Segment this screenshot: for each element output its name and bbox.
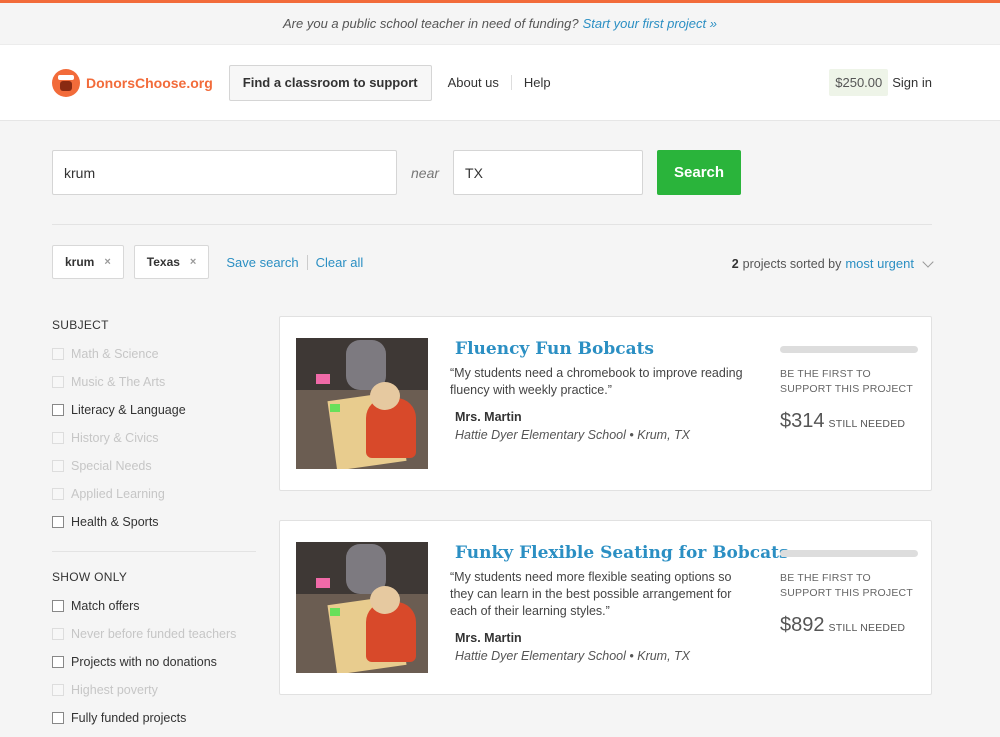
subject-filter: History & Civics [52, 424, 256, 452]
project-title[interactable]: Funky Flexible Seating for Bobcats [455, 543, 789, 563]
project-card[interactable]: Funky Flexible Seating for Bobcats “My s… [279, 520, 932, 695]
still-needed-label: STILL NEEDED [828, 622, 906, 634]
sidebar-divider [52, 551, 256, 552]
save-search-link[interactable]: Save search [226, 254, 308, 270]
amount-needed: $314 STILL NEEDED [780, 410, 905, 433]
checkbox [52, 460, 64, 472]
applied-filters: krum × Texas × Save search Clear all [52, 245, 363, 279]
remove-filter-icon[interactable]: × [104, 256, 110, 268]
chip-label: Texas [146, 255, 180, 269]
show-only-filter[interactable]: Projects with no donations [52, 648, 256, 676]
checkbox [52, 488, 64, 500]
project-card[interactable]: Fluency Fun Bobcats “My students need a … [279, 316, 932, 491]
sort-option-dropdown[interactable]: most urgent [845, 256, 914, 271]
teacher-name[interactable]: Mrs. Martin [455, 410, 522, 424]
project-photo[interactable] [296, 542, 428, 673]
filter-label: Projects with no donations [71, 655, 217, 669]
subject-filter[interactable]: Literacy & Language [52, 396, 256, 424]
filter-chip-location[interactable]: Texas × [133, 245, 210, 279]
filter-chip-keyword[interactable]: krum × [52, 245, 124, 279]
filter-label: Music & The Arts [71, 375, 166, 389]
checkbox[interactable] [52, 600, 64, 612]
filter-label: History & Civics [71, 431, 159, 445]
account-area: $250.00 Sign in [829, 69, 932, 96]
help-link[interactable]: Help [524, 75, 551, 90]
chevron-down-icon[interactable] [922, 255, 934, 268]
project-quote: “My students need more flexible seating … [450, 570, 732, 618]
first-support-text: BE THE FIRST TO SUPPORT THIS PROJECT [780, 368, 913, 395]
start-project-link[interactable]: Start your first project » [583, 16, 717, 31]
funding-progress-bar [780, 550, 918, 557]
project-quote: “My students need a chromebook to improv… [450, 366, 743, 397]
filter-label: Special Needs [71, 459, 152, 473]
logo[interactable]: DonorsChoose.org [52, 68, 213, 97]
amount-value: $892 [780, 614, 825, 636]
about-us-link[interactable]: About us [448, 75, 512, 90]
subject-filter: Math & Science [52, 340, 256, 368]
promo-bar: Are you a public school teacher in need … [0, 3, 1000, 45]
filter-label: Match offers [71, 599, 140, 613]
search-bar: krum near TX Search [52, 150, 742, 195]
checkbox[interactable] [52, 656, 64, 668]
teacher-name[interactable]: Mrs. Martin [455, 631, 522, 645]
sign-in-link[interactable]: Sign in [892, 75, 932, 90]
school-location: Hattie Dyer Elementary School • Krum, TX [455, 428, 691, 442]
remove-filter-icon[interactable]: × [190, 256, 196, 268]
filter-label: Highest poverty [71, 683, 158, 697]
site-header: DonorsChoose.org Find a classroom to sup… [0, 45, 1000, 121]
find-classroom-button[interactable]: Find a classroom to support [228, 64, 432, 101]
subject-filter: Special Needs [52, 452, 256, 480]
near-label: near [411, 164, 440, 181]
subject-heading: SUBJECT [52, 318, 109, 332]
project-title[interactable]: Fluency Fun Bobcats [455, 339, 654, 359]
amount-needed: $892 STILL NEEDED [780, 614, 905, 637]
sort-info: 2 projects sorted by most urgent [731, 255, 934, 271]
checkbox[interactable] [52, 712, 64, 724]
school-location: Hattie Dyer Elementary School • Krum, TX [455, 649, 691, 663]
result-count: 2 [731, 256, 739, 271]
sort-text: projects sorted by [742, 256, 842, 271]
subject-filter: Music & The Arts [52, 368, 256, 396]
filter-sidebar: SUBJECT Math & Science Music & The Arts Li… [52, 318, 256, 732]
project-photo[interactable] [296, 338, 428, 469]
logo-text: DonorsChoose.org [86, 74, 213, 91]
checkbox [52, 628, 64, 640]
checkbox [52, 376, 64, 388]
filter-label: Health & Sports [71, 515, 159, 529]
first-support-text: BE THE FIRST TO SUPPORT THIS PROJECT [780, 572, 913, 599]
filter-label: Literacy & Language [71, 403, 186, 417]
checkbox [52, 348, 64, 360]
location-input[interactable]: TX [453, 150, 644, 195]
checkbox[interactable] [52, 516, 64, 528]
show-only-heading: SHOW ONLY [52, 570, 128, 584]
cart-balance[interactable]: $250.00 [829, 69, 889, 96]
checkbox [52, 432, 64, 444]
keyword-search-input[interactable]: krum [52, 150, 397, 195]
filter-label: Fully funded projects [71, 711, 187, 725]
filter-label: Applied Learning [71, 487, 165, 501]
subject-filter: Applied Learning [52, 480, 256, 508]
logo-apple-icon [52, 68, 80, 97]
subject-filter[interactable]: Health & Sports [52, 508, 256, 536]
divider [52, 224, 932, 225]
show-only-filter: Highest poverty [52, 676, 256, 704]
filter-label: Never before funded teachers [71, 627, 237, 641]
chip-label: krum [65, 255, 95, 269]
checkbox[interactable] [52, 404, 64, 416]
amount-value: $314 [780, 410, 825, 432]
checkbox [52, 684, 64, 696]
promo-text: Are you a public school teacher in need … [283, 16, 579, 31]
search-button[interactable]: Search [657, 150, 742, 195]
show-only-filter: Never before funded teachers [52, 620, 256, 648]
show-only-filter[interactable]: Fully funded projects [52, 704, 256, 732]
clear-all-link[interactable]: Clear all [316, 255, 364, 270]
filter-label: Math & Science [71, 347, 159, 361]
funding-progress-bar [780, 346, 918, 353]
show-only-filter[interactable]: Match offers [52, 592, 256, 620]
still-needed-label: STILL NEEDED [828, 418, 906, 430]
